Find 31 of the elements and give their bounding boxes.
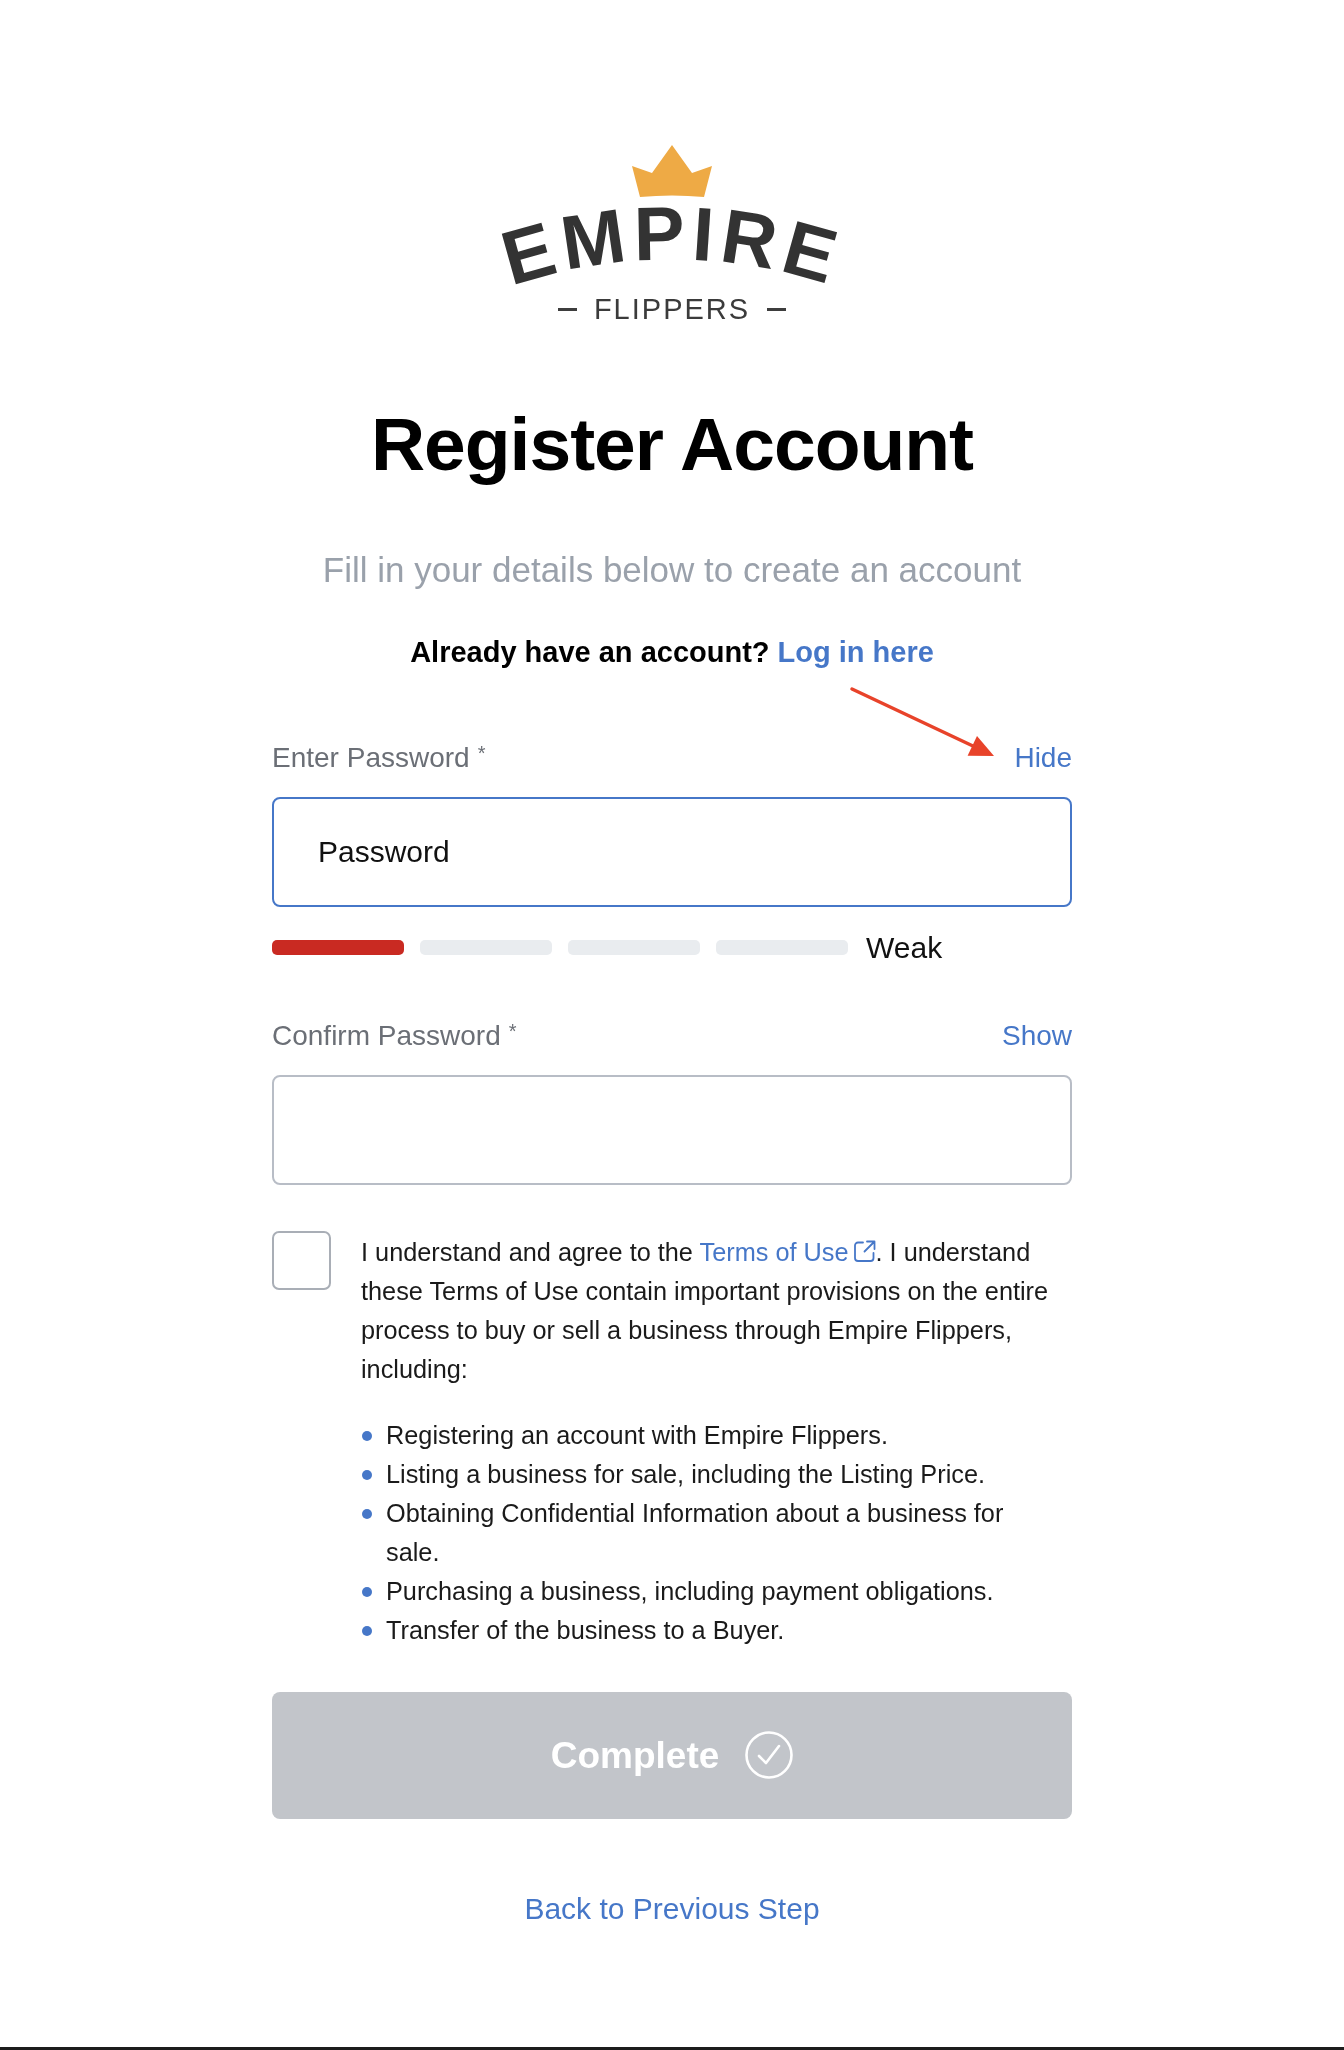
strength-label: Weak — [866, 929, 943, 966]
bullet-icon — [362, 1508, 372, 1519]
external-link-icon — [852, 1239, 876, 1263]
back-link[interactable]: Back to Previous Step — [524, 1891, 820, 1925]
logo-tagline: FLIPPERS — [593, 295, 751, 324]
login-link[interactable]: Log in here — [777, 635, 934, 670]
page-title: Register Account — [369, 401, 975, 488]
bullet-icon — [362, 1430, 372, 1441]
terms-link[interactable]: Terms of Use — [699, 1237, 876, 1266]
crown-icon — [632, 145, 712, 197]
agreement-item: Registering an account with Empire Flippers. — [386, 1419, 888, 1451]
agreement-item: Transfer of the business to a Buyer. — [386, 1614, 785, 1646]
visibility-toggle-link[interactable]: Hide — [1014, 741, 1072, 775]
bullet-icon — [362, 1586, 372, 1597]
login-prompt: Already have an account? — [410, 635, 770, 670]
visibility-toggle-link[interactable]: Show — [1001, 1019, 1072, 1053]
agreement-item: Purchasing a business, including payment obligations. — [386, 1575, 994, 1607]
terms-text: I understand and agree to the Terms of Use . I understand these Terms of Use contain important provisions on the entire process to buy or sell a business through Empire Flippers, including: — [361, 1236, 1050, 1385]
agreement-checkbox[interactable] — [272, 1230, 331, 1290]
bullet-icon — [362, 1469, 372, 1480]
required-mark: * — [508, 1021, 517, 1041]
agreement-item: Obtaining Confidential Information about a business for sale. — [386, 1497, 1005, 1568]
agreement-item: Listing a business for sale, including the Listing Price. — [386, 1458, 986, 1490]
check-circle-icon — [745, 1731, 794, 1780]
bullet-icon — [362, 1625, 372, 1636]
required-mark: * — [477, 743, 486, 763]
field-label: Confirm Password — [272, 1019, 501, 1053]
field-label: Enter Password — [272, 741, 470, 775]
page-subtitle: Fill in your details below to create an account — [321, 549, 1023, 591]
password-field[interactable]: Password — [272, 796, 1072, 907]
password-field[interactable] — [272, 1074, 1072, 1185]
